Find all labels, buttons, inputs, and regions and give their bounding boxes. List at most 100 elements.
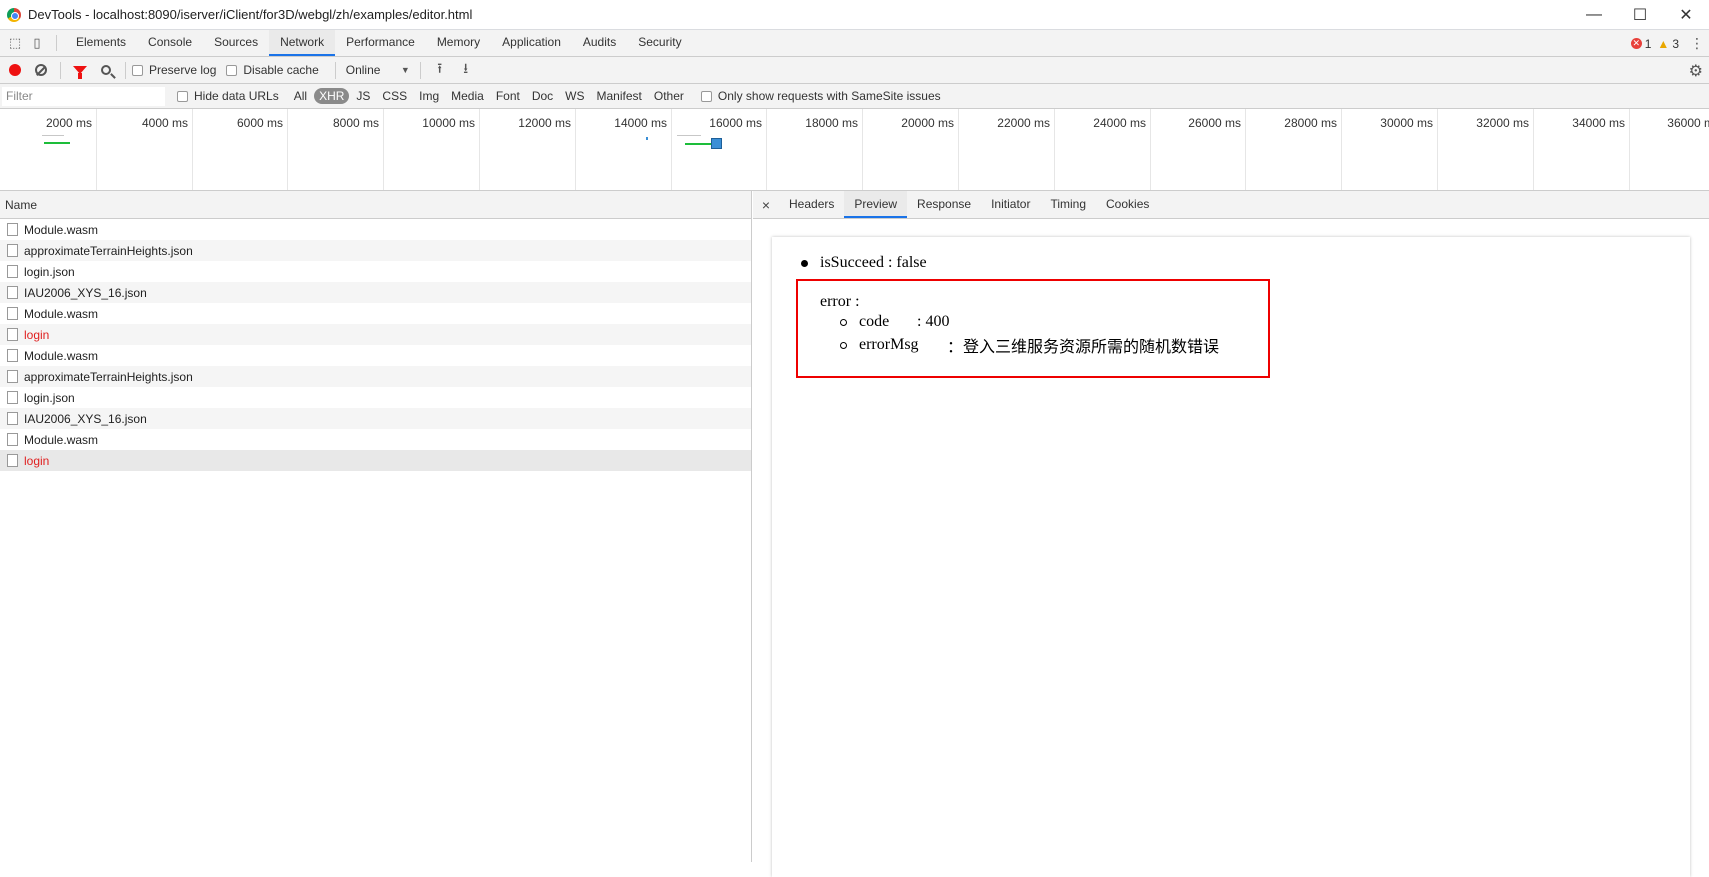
overview-request-bar [685, 143, 711, 145]
file-icon [7, 454, 18, 467]
tab-security[interactable]: Security [627, 30, 692, 56]
overview-time-label: 24000 ms [1093, 116, 1146, 130]
warnings-badge[interactable]: ▲ 3 [1657, 37, 1679, 51]
preview-item: isSucceed : false [801, 254, 927, 272]
divider [419, 61, 421, 79]
table-row[interactable]: login [0, 450, 751, 471]
hide-data-urls-label: Hide data URLs [194, 89, 279, 103]
tab-cookies[interactable]: Cookies [1096, 191, 1159, 218]
maximize-button[interactable]: ☐ [1617, 0, 1663, 30]
tab-elements[interactable]: Elements [65, 30, 137, 56]
type-filter-js[interactable]: JS [351, 88, 375, 104]
request-name: login [24, 453, 50, 468]
overview-time-label: 22000 ms [997, 116, 1050, 130]
close-window-button[interactable]: ✕ [1663, 0, 1709, 30]
import-har-icon[interactable]: ⭱ [427, 58, 453, 82]
overview-gridline [287, 109, 288, 190]
tab-network[interactable]: Network [269, 30, 336, 56]
clear-button[interactable] [28, 57, 54, 84]
tab-response[interactable]: Response [907, 191, 981, 218]
table-row[interactable]: login [0, 324, 751, 345]
file-icon [7, 286, 18, 299]
table-row[interactable]: Module.wasm [0, 429, 751, 450]
filter-input[interactable] [2, 86, 165, 106]
hide-data-urls-checkbox[interactable]: Hide data URLs [177, 89, 279, 103]
table-row[interactable]: approximateTerrainHeights.json [0, 366, 751, 387]
type-filter-css[interactable]: CSS [377, 88, 412, 104]
table-row[interactable]: Module.wasm [0, 303, 751, 324]
overview-gridline [1150, 109, 1151, 190]
samesite-checkbox[interactable]: Only show requests with SameSite issues [700, 89, 941, 103]
inspect-element-icon[interactable]: ⬚ [4, 30, 26, 56]
preserve-log-checkbox[interactable]: Preserve log [132, 63, 216, 77]
tab-preview[interactable]: Preview [844, 191, 908, 218]
resource-type-filters: All XHR JS CSS Img Media Font Doc WS Manifest Othe… [289, 88, 691, 104]
table-row[interactable]: login.json [0, 387, 751, 408]
table-row[interactable]: IAU2006_XYS_16.json [0, 282, 751, 303]
network-overview[interactable]: 2000 ms 4000 ms 6000 ms 8000 ms 10000 ms 1200… [0, 109, 1709, 191]
tab-application[interactable]: Application [491, 30, 572, 56]
overview-time-label: 32000 ms [1476, 116, 1529, 130]
request-detail-pane: × Headers Preview Response Initiator Timing C… [753, 191, 1709, 877]
overview-time-label: 20000 ms [901, 116, 954, 130]
name-column-header[interactable]: Name [0, 191, 751, 219]
type-filter-manifest[interactable]: Manifest [592, 88, 647, 104]
window-title: DevTools - localhost:8090/iserver/iClien… [28, 7, 473, 22]
errormsg-key: errorMsg [859, 336, 919, 353]
device-toolbar-icon[interactable]: ▯ [26, 30, 48, 56]
table-row[interactable]: login.json [0, 261, 751, 282]
tab-audits[interactable]: Audits [572, 30, 627, 56]
errors-badge[interactable]: ✕ 1 [1630, 37, 1651, 51]
clear-icon [35, 64, 47, 76]
overview-gridline [1341, 109, 1342, 190]
type-filter-ws[interactable]: WS [560, 88, 589, 104]
tab-memory[interactable]: Memory [426, 30, 491, 56]
type-filter-media[interactable]: Media [446, 88, 489, 104]
table-row[interactable]: Module.wasm [0, 219, 751, 240]
export-har-icon[interactable]: ⭳ [453, 58, 479, 82]
disable-cache-checkbox[interactable]: Disable cache [226, 63, 319, 77]
divider [334, 61, 336, 79]
table-row[interactable]: approximateTerrainHeights.json [0, 240, 751, 261]
chrome-logo-icon [7, 7, 21, 22]
close-detail-button[interactable]: × [753, 191, 779, 218]
overview-gridline [1533, 109, 1534, 190]
name-header-label: Name [5, 197, 38, 212]
type-filter-other[interactable]: Other [649, 88, 689, 104]
minimize-button[interactable]: — [1571, 0, 1617, 30]
tab-console[interactable]: Console [137, 30, 203, 56]
gear-icon[interactable]: ⚙ [1689, 61, 1703, 81]
search-button[interactable] [93, 57, 119, 84]
overview-time-label: 2000 ms [45, 116, 92, 130]
overview-gridline [862, 109, 863, 190]
request-name: Module.wasm [24, 222, 99, 237]
tab-timing[interactable]: Timing [1040, 191, 1096, 218]
table-row[interactable]: Module.wasm [0, 345, 751, 366]
preview-subitem: code : 400 [840, 313, 949, 331]
tab-performance[interactable]: Performance [335, 30, 426, 56]
file-icon [7, 265, 18, 278]
divider [60, 61, 61, 79]
type-filter-xhr[interactable]: XHR [314, 88, 350, 104]
throttling-select[interactable]: Online ▼ [342, 63, 414, 77]
type-filter-all[interactable]: All [289, 88, 312, 104]
record-button[interactable] [2, 57, 28, 84]
tab-headers[interactable]: Headers [779, 191, 844, 218]
table-row[interactable]: IAU2006_XYS_16.json [0, 408, 751, 429]
divider [125, 61, 126, 79]
preserve-log-label: Preserve log [149, 63, 217, 77]
type-filter-doc[interactable]: Doc [527, 88, 558, 104]
type-filter-img[interactable]: Img [414, 88, 444, 104]
more-options-icon[interactable]: ⋮ [1685, 35, 1709, 52]
type-filter-font[interactable]: Font [491, 88, 525, 104]
overview-gridline [671, 109, 672, 190]
filter-toggle-button[interactable] [67, 57, 93, 84]
file-icon [7, 412, 18, 425]
tab-sources[interactable]: Sources [203, 30, 269, 56]
errormsg-value: ：登入三维服务资源所需的随机数错误 [947, 339, 1220, 356]
overview-time-label: 26000 ms [1188, 116, 1241, 130]
overview-time-label: 12000 ms [518, 116, 571, 130]
file-icon [7, 349, 18, 362]
tab-initiator[interactable]: Initiator [981, 191, 1040, 218]
overview-time-label: 16000 ms [709, 116, 762, 130]
